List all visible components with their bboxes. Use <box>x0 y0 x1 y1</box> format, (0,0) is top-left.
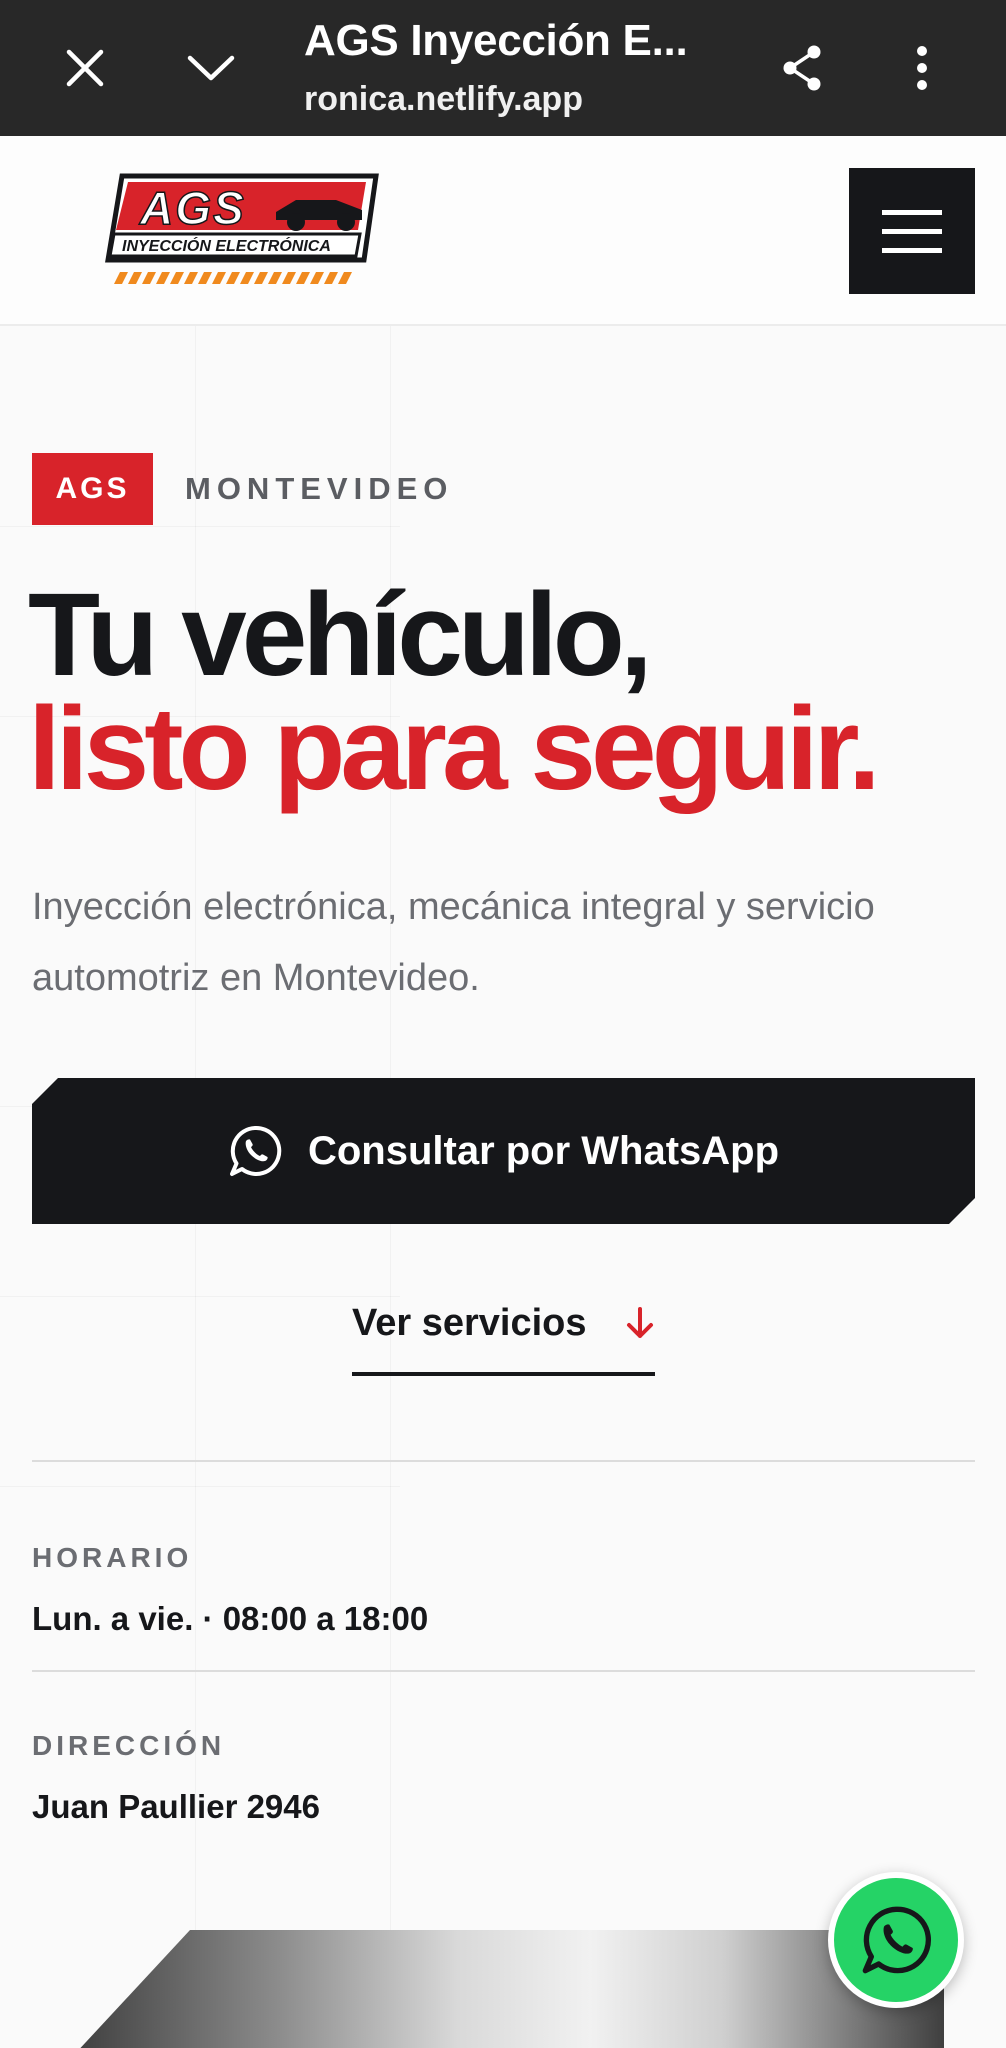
hero-section: AGS MONTEVIDEO Tu vehículo, listo para s… <box>0 326 1006 2048</box>
city-label: MONTEVIDEO <box>185 471 454 506</box>
whatsapp-floating-button[interactable] <box>828 1872 964 2008</box>
share-icon[interactable] <box>770 36 834 100</box>
brand-tag: AGS <box>32 453 153 525</box>
engine-photo <box>60 1930 944 2048</box>
menu-button[interactable] <box>849 168 975 294</box>
ags-logo[interactable]: AGS INYECCIÓN ELECTRÓNICA <box>100 172 380 296</box>
services-link-label: Ver servicios <box>352 1301 587 1344</box>
headline-line-2: listo para seguir. <box>28 683 881 815</box>
chevron-down-icon[interactable] <box>176 36 246 100</box>
whatsapp-cta-button[interactable]: Consultar por WhatsApp <box>32 1078 975 1224</box>
hours-label: HORARIO <box>32 1542 193 1573</box>
headline-line-1: Tu vehículo, <box>28 569 653 701</box>
divider <box>32 1460 975 1462</box>
hamburger-icon <box>882 209 942 215</box>
hero-headline: Tu vehículo, listo para seguir. <box>28 569 881 815</box>
hours-value: Lun. a vie. · 08:00 a 18:00 <box>32 1600 429 1637</box>
whatsapp-icon <box>862 1906 932 1974</box>
address-label: DIRECCIÓN <box>32 1730 226 1761</box>
browser-top-bar: AGS Inyección E... ronica.netlify.app <box>0 0 1006 136</box>
logo-subtext: INYECCIÓN ELECTRÓNICA <box>122 236 331 255</box>
browser-url[interactable]: ronica.netlify.app <box>304 80 583 119</box>
services-link-underline <box>352 1372 655 1376</box>
svg-text:AGS: AGS <box>139 182 246 234</box>
address-value: Juan Paullier 2946 <box>32 1788 320 1825</box>
site-header: AGS INYECCIÓN ELECTRÓNICA <box>0 136 1006 326</box>
arrow-down-icon <box>627 1307 653 1338</box>
browser-page-title: AGS Inyección E... <box>304 16 688 65</box>
divider <box>32 1670 975 1672</box>
hero-lead: Inyección electrónica, mecánica integral… <box>32 886 875 999</box>
whatsapp-icon <box>228 1124 282 1178</box>
eyebrow: AGS MONTEVIDEO <box>32 453 453 525</box>
whatsapp-cta-label: Consultar por WhatsApp <box>307 1128 780 1173</box>
close-icon[interactable] <box>50 36 120 100</box>
more-vert-icon[interactable] <box>890 36 954 100</box>
services-link[interactable]: Ver servicios <box>352 1298 655 1348</box>
